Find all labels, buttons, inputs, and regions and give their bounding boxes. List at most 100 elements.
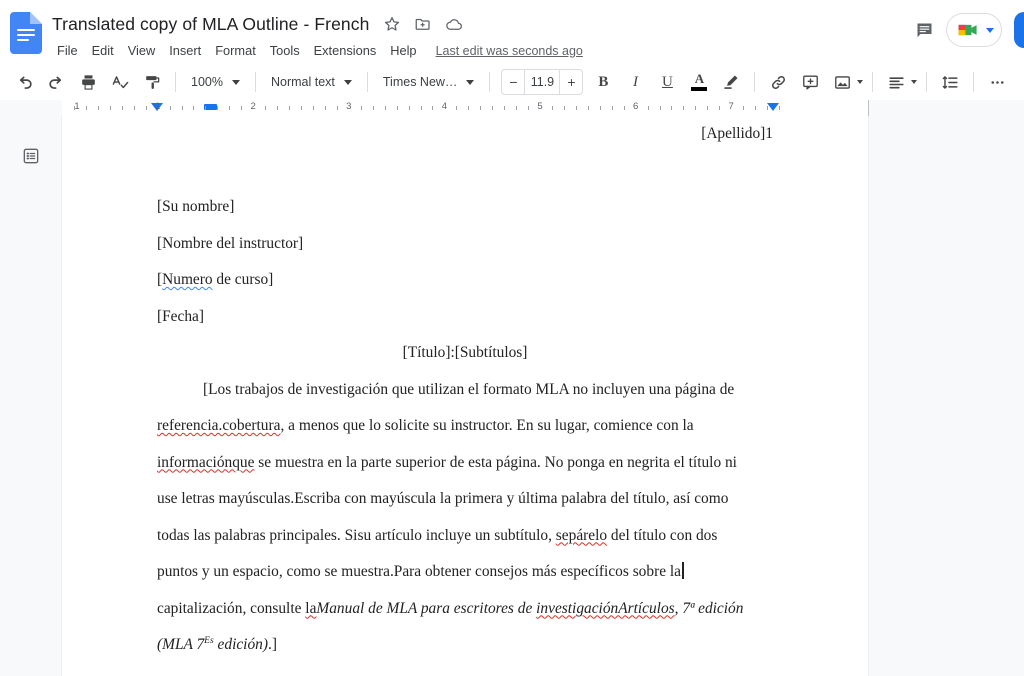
ruler-tick <box>671 106 673 110</box>
ruler-tick <box>492 106 494 110</box>
insert-link-icon[interactable] <box>764 68 792 96</box>
ruler-tick <box>324 106 326 110</box>
ruler-tick <box>420 106 422 110</box>
menu-format[interactable]: Format <box>208 41 263 61</box>
line-spacing-icon[interactable] <box>936 68 964 96</box>
toolbar-divider <box>872 72 874 92</box>
ruler-tick <box>563 106 565 110</box>
font-size-input[interactable]: 11.9 <box>524 70 561 94</box>
misspelled-word: la <box>305 599 317 617</box>
ruler-tick <box>169 106 171 110</box>
formatting-toolbar: 100% Normal text Times New… − 11.9 + B I… <box>0 64 1024 100</box>
text-align-icon[interactable] <box>884 68 908 96</box>
last-edit-status[interactable]: Last edit was seconds ago <box>436 44 583 58</box>
menu-view[interactable]: View <box>121 41 163 61</box>
ruler-tick <box>575 106 577 110</box>
document-body[interactable]: [Apellido]1 [Su nombre] [Nombre del inst… <box>157 116 773 664</box>
comment-icon[interactable] <box>906 12 942 48</box>
menu-edit[interactable]: Edit <box>85 41 121 61</box>
menu-bar: File Edit View Insert Format Tools Exten… <box>46 40 1024 62</box>
ruler-tick <box>587 106 589 110</box>
ruler-tick <box>647 106 649 110</box>
increase-font-size-button[interactable]: + <box>560 70 582 94</box>
menu-extensions[interactable]: Extensions <box>307 41 384 61</box>
font-family-dropdown[interactable]: Times New… <box>375 68 483 96</box>
ruler-tick <box>516 106 518 110</box>
doc-line-date: [Fecha] <box>157 307 204 325</box>
chevron-down-icon <box>466 79 475 85</box>
ruler-tick <box>121 106 123 110</box>
ruler-number: 4 <box>441 101 448 112</box>
menu-tools[interactable]: Tools <box>263 41 307 61</box>
insert-image-icon[interactable] <box>830 68 854 96</box>
share-button[interactable] <box>1014 12 1024 48</box>
body-text: del título con dos <box>607 526 718 544</box>
ruler-tick <box>241 106 243 110</box>
toolbar-divider <box>366 72 368 92</box>
cloud-saved-icon[interactable] <box>442 12 466 36</box>
ruler-tick <box>743 106 745 110</box>
ruler-bar: 1 1 2 3 4 5 6 7 <box>0 100 1024 116</box>
spellcheck-icon[interactable] <box>106 68 134 96</box>
highlight-pen-icon[interactable] <box>717 68 745 96</box>
text-color-swatch <box>691 87 708 91</box>
redo-icon[interactable] <box>42 68 70 96</box>
document-area: [Apellido]1 [Su nombre] [Nombre del inst… <box>0 116 1024 676</box>
misspelled-word: investigaciónArtículos <box>536 599 675 617</box>
right-indent-marker[interactable] <box>767 103 779 111</box>
zoom-dropdown[interactable]: 100% <box>183 68 248 96</box>
italic-button[interactable]: I <box>621 68 649 96</box>
italic-text: , 7ª edición <box>674 599 744 617</box>
ruler-tick <box>551 106 553 110</box>
ruler-tick <box>408 106 410 110</box>
undo-icon[interactable] <box>10 68 38 96</box>
toolbar-divider <box>973 72 975 92</box>
menu-file[interactable]: File <box>50 41 85 61</box>
document-title[interactable]: Translated copy of MLA Outline - French <box>48 13 373 36</box>
menu-help[interactable]: Help <box>383 41 423 61</box>
more-options-icon[interactable] <box>983 68 1011 96</box>
body-text: , a menos que lo solicite su instructor.… <box>280 417 694 434</box>
google-docs-icon[interactable] <box>10 12 42 54</box>
ruler-tick <box>683 106 685 110</box>
text-color-button[interactable]: A <box>685 68 713 96</box>
horizontal-ruler[interactable]: 1 1 2 3 4 5 6 7 <box>62 100 1002 116</box>
ruler-tick <box>372 106 374 110</box>
body-line-4: use letras mayúsculas.Escriba con mayúsc… <box>157 490 729 507</box>
chevron-down-icon <box>986 27 994 33</box>
move-to-folder-icon[interactable] <box>411 12 435 36</box>
ruler-number: 6 <box>632 101 639 112</box>
bold-button[interactable]: B <box>589 68 617 96</box>
document-page[interactable]: [Apellido]1 [Su nombre] [Nombre del inst… <box>62 116 868 676</box>
doc-line-instructor: [Nombre del instructor] <box>157 234 304 252</box>
top-bar-actions <box>906 10 1024 50</box>
google-meet-icon[interactable] <box>946 13 1002 47</box>
superscript-text: Es <box>204 634 214 646</box>
ruler-tick <box>360 106 362 110</box>
body-line-1: [Los trabajos de investigación que utili… <box>203 380 735 398</box>
print-icon[interactable] <box>74 68 102 96</box>
doc-line-name: [Su nombre] <box>157 198 235 215</box>
ruler-page-edge <box>868 100 869 116</box>
menu-insert[interactable]: Insert <box>162 41 208 61</box>
ruler-tick <box>181 106 183 110</box>
toolbar-divider <box>254 72 256 92</box>
ruler-tick <box>97 106 99 110</box>
decrease-font-size-button[interactable]: − <box>502 70 524 94</box>
document-outline-icon[interactable] <box>17 142 45 170</box>
ruler-tick <box>779 106 780 110</box>
ruler-tick <box>265 106 267 110</box>
underline-button[interactable]: U <box>653 68 681 96</box>
star-icon[interactable] <box>380 12 404 36</box>
insert-image-dropdown[interactable] <box>826 68 865 96</box>
toolbar-divider <box>175 72 176 92</box>
ruler-tick <box>145 106 147 110</box>
paragraph-style-dropdown[interactable]: Normal text <box>263 68 360 96</box>
ruler-page-region <box>62 100 868 116</box>
paint-format-icon[interactable] <box>138 68 166 96</box>
add-comment-icon[interactable] <box>796 68 824 96</box>
ruler-tick <box>528 106 530 110</box>
ruler-tick <box>312 106 314 110</box>
text-align-dropdown[interactable] <box>880 68 919 96</box>
